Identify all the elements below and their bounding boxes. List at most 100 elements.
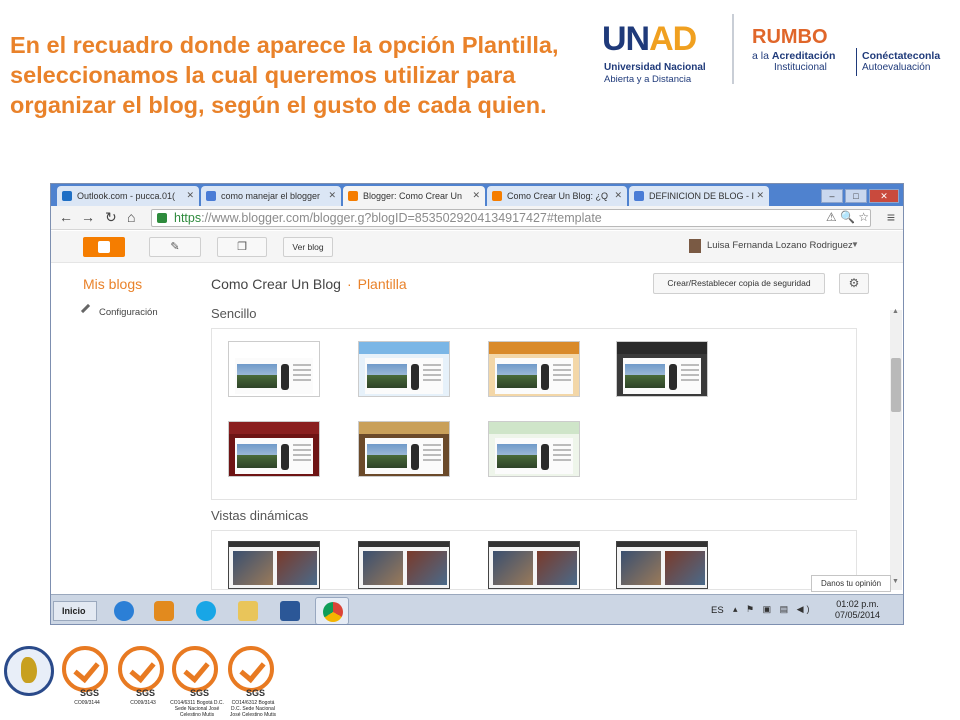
forward-icon[interactable]: →	[81, 209, 95, 225]
iso-seal: SGS CO14/6311 Bogotá D.C. Sede Nacional J…	[170, 646, 224, 718]
tab-label: Como Crear Un Blog: ¿Q	[507, 191, 609, 201]
blogger-icon	[348, 191, 358, 201]
unad-logo: UNAD Universidad Nacional Abierta y a Di…	[598, 6, 718, 92]
scroll-thumb[interactable]	[891, 358, 901, 412]
close-tab-icon[interactable]: ✕	[328, 190, 336, 201]
blogger-logo-icon	[98, 241, 110, 253]
gear-icon[interactable]: ⚙	[839, 273, 869, 294]
chrome-icon	[323, 602, 343, 622]
skype-icon	[196, 601, 216, 621]
close-tab-icon[interactable]: ✕	[614, 190, 622, 201]
check-seal-icon	[172, 646, 218, 692]
template-thumbnail[interactable]	[228, 421, 320, 477]
template-thumbnail[interactable]	[488, 421, 580, 477]
outlook-icon	[62, 191, 72, 201]
system-tray-icons[interactable]: ▴ ⚑ ▣ ▤ ◀)	[733, 604, 813, 615]
home-icon[interactable]: ⌂	[127, 209, 135, 225]
minimize-icon[interactable]: –	[821, 189, 843, 203]
browser-screenshot: Outlook.com - pucca.01( ✕ como manejar e…	[50, 183, 904, 625]
dynamic-template-thumbnail[interactable]	[488, 541, 580, 589]
tab-blogger[interactable]: Blogger: Como Crear Un ✕	[343, 186, 485, 206]
user-name[interactable]: Luisa Fernanda Lozano Rodriguez	[707, 240, 853, 251]
taskbar-chrome[interactable]	[315, 597, 349, 624]
tab-outlook[interactable]: Outlook.com - pucca.01( ✕	[57, 186, 199, 206]
unad-word-ad: AD	[649, 20, 697, 58]
blogger-subheader: Mis blogs Como Crear Un Blog · Plantilla C…	[51, 264, 903, 298]
scroll-down-icon[interactable]: ▼	[892, 578, 899, 585]
pages-button[interactable]: ❐	[217, 237, 267, 257]
certification-seals: SGS CO09/3144 SGS CO09/3143 SGS CO14/6311 B…	[4, 640, 294, 718]
scroll-up-icon[interactable]: ▲	[892, 308, 899, 315]
tab-label: DEFINICION DE BLOG - I	[649, 191, 755, 201]
lock-icon	[157, 213, 167, 223]
template-thumbnail[interactable]	[358, 341, 450, 397]
reload-icon[interactable]: ↻	[105, 209, 117, 226]
my-blogs-link[interactable]: Mis blogs	[83, 276, 142, 292]
url-scheme: https	[174, 211, 202, 225]
new-post-button[interactable]: ✎	[149, 237, 201, 257]
template-thumbnail[interactable]	[228, 341, 320, 397]
tab-blog-definition[interactable]: Como Crear Un Blog: ¿Q ✕	[487, 186, 627, 206]
maximize-icon[interactable]: □	[845, 189, 867, 203]
breadcrumb-separator: ·	[346, 276, 352, 292]
rumbo-separator	[856, 48, 857, 76]
view-blog-button[interactable]: Ver blog	[283, 237, 333, 257]
scrollbar[interactable]: ▲ ▼	[890, 308, 902, 590]
url-tools-icons[interactable]: ⚠ 🔍 ☆	[826, 210, 869, 224]
dynamic-template-thumbnail[interactable]	[616, 541, 708, 589]
page-title: Plantilla	[357, 276, 407, 292]
seal-code: CO09/3144	[74, 700, 100, 706]
close-tab-icon[interactable]: ✕	[186, 190, 194, 201]
close-tab-icon[interactable]: ✕	[472, 190, 480, 201]
taskbar-ie[interactable]	[107, 597, 141, 624]
simple-templates-box	[211, 328, 857, 500]
menu-icon[interactable]: ≡	[887, 209, 895, 225]
chevron-down-icon[interactable]: ▼	[851, 240, 859, 249]
unad-word-un: UN	[602, 20, 650, 58]
tab-label: como manejar el blogger	[221, 191, 321, 201]
breadcrumb: Como Crear Un Blog · Plantilla	[211, 276, 407, 292]
google-icon	[634, 191, 644, 201]
dynamic-templates-box	[211, 530, 857, 590]
blogger-icon	[492, 191, 502, 201]
blogger-home-button[interactable]	[83, 237, 125, 257]
avatar[interactable]	[689, 239, 701, 253]
taskbar-explorer[interactable]	[231, 597, 265, 624]
rumbo-left-line2: Institucional	[774, 62, 827, 73]
dynamic-template-thumbnail[interactable]	[228, 541, 320, 589]
tab-definicion[interactable]: DEFINICION DE BLOG - I ✕	[629, 186, 769, 206]
url-rest: ://www.blogger.com/blogger.g?blogID=8535…	[201, 211, 602, 225]
google-icon	[206, 191, 216, 201]
taskbar-skype[interactable]	[189, 597, 223, 624]
rumbo-left-bold: Acreditación	[771, 50, 836, 62]
pencil-icon: ✎	[170, 241, 180, 253]
template-thumbnail[interactable]	[616, 341, 708, 397]
tab-label: Outlook.com - pucca.01(	[77, 191, 176, 201]
sidebar-item-configuracion[interactable]: Configuración	[80, 303, 158, 319]
backup-button[interactable]: Crear/Restablecer copia de seguridad	[653, 273, 825, 294]
template-thumbnail[interactable]	[358, 421, 450, 477]
copy-icon: ❐	[237, 241, 247, 253]
check-seal-icon	[118, 646, 164, 692]
sidebar-item-label: Configuración	[99, 307, 158, 318]
blog-name[interactable]: Como Crear Un Blog	[211, 276, 341, 292]
feedback-button[interactable]: Danos tu opinión	[811, 575, 891, 592]
close-window-icon[interactable]: ✕	[869, 189, 899, 203]
clock[interactable]: 01:02 p.m. 07/05/2014	[835, 599, 880, 621]
tab-google-search[interactable]: como manejar el blogger ✕	[201, 186, 341, 206]
back-icon[interactable]: ←	[59, 209, 73, 225]
taskbar-word[interactable]	[273, 597, 307, 624]
template-content: Sencillo Vistas dinámicas	[201, 298, 889, 594]
window-controls: – □ ✕	[819, 186, 899, 203]
language-indicator[interactable]: ES	[711, 605, 724, 616]
seal-code: CO14/6311 Bogotá D.C. Sede Nacional José…	[170, 700, 224, 718]
close-tab-icon[interactable]: ✕	[756, 190, 764, 201]
taskbar-media[interactable]	[147, 597, 181, 624]
dynamic-template-thumbnail[interactable]	[358, 541, 450, 589]
rumbo-right-line1: Conéctateconla	[862, 50, 941, 62]
template-thumbnail[interactable]	[488, 341, 580, 397]
address-bar[interactable]: https://www.blogger.com/blogger.g?blogID…	[151, 209, 871, 227]
start-button[interactable]: Inicio	[53, 601, 97, 621]
rumbo-word: RUMBO	[752, 26, 828, 48]
iso-seal: SGS CO14/6312 Bogotá D.C. Sede Nacional J…	[226, 646, 276, 718]
